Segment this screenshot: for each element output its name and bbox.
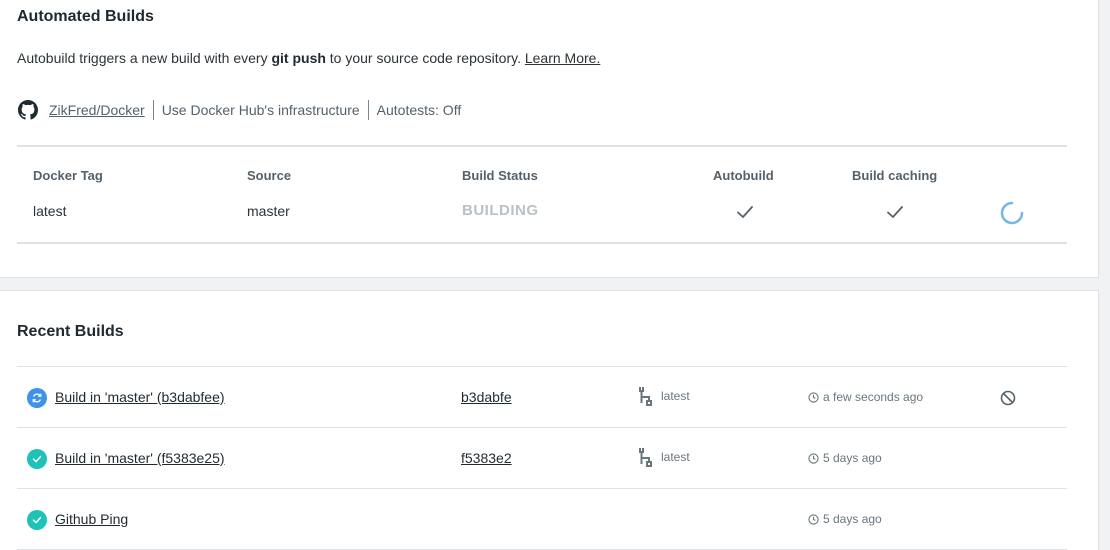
autobuild-check-icon — [737, 206, 753, 218]
build-link[interactable]: Build in 'master' (f5383e25) — [55, 450, 225, 466]
wrench-icon — [639, 387, 652, 406]
header-source: Source — [247, 168, 292, 183]
infrastructure-label: Use Docker Hub's infrastructure — [161, 102, 360, 118]
automated-builds-description: Autobuild triggers a new build with ever… — [17, 50, 600, 66]
cell-docker-tag: latest — [33, 203, 67, 219]
cell-source: master — [247, 203, 290, 219]
build-time: 5 days ago — [808, 512, 882, 526]
build-tag: latest — [637, 386, 690, 406]
cell-build-status: BUILDING — [462, 202, 539, 219]
time-label: 5 days ago — [823, 451, 882, 465]
commit-link[interactable]: f5383e2 — [461, 450, 512, 466]
in-progress-icon — [27, 388, 47, 408]
header-build-status: Build Status — [462, 168, 538, 183]
clock-icon — [808, 452, 819, 464]
build-rules-table: Docker Tag Source Build Status Autobuild… — [17, 145, 1067, 244]
description-prefix: Autobuild triggers a new build with ever… — [17, 50, 272, 66]
header-autobuild: Autobuild — [713, 168, 774, 183]
automated-builds-title: Automated Builds — [17, 8, 154, 25]
build-time: 5 days ago — [808, 451, 882, 465]
repo-info-row: ZikFred/Docker Use Docker Hub's infrastr… — [18, 99, 461, 121]
description-suffix: to your source code repository. — [325, 50, 525, 66]
divider — [367, 100, 369, 120]
build-caching-check-icon — [887, 206, 903, 218]
tag-label: latest — [661, 389, 690, 403]
build-time: a few seconds ago — [808, 390, 923, 404]
success-check-icon — [27, 510, 47, 530]
github-icon — [18, 100, 38, 120]
repo-link[interactable]: ZikFred/Docker — [49, 102, 145, 118]
build-row: Github Ping 5 days ago — [17, 488, 1067, 550]
recent-builds-list: Build in 'master' (b3dabfee) b3dabfe lat… — [17, 366, 1067, 550]
build-tag: latest — [637, 447, 690, 467]
description-bold: git push — [271, 50, 326, 66]
success-check-icon — [27, 449, 47, 469]
clock-icon — [808, 391, 819, 403]
commit-link[interactable]: b3dabfe — [461, 389, 512, 405]
divider — [152, 100, 154, 120]
header-docker-tag: Docker Tag — [33, 168, 103, 183]
learn-more-link[interactable]: Learn More. — [525, 50, 600, 66]
spinner-icon — [1000, 201, 1024, 225]
build-link[interactable]: Build in 'master' (b3dabfee) — [55, 389, 225, 405]
autotests-label: Autotests: Off — [376, 102, 462, 118]
time-label: 5 days ago — [823, 512, 882, 526]
build-row: Build in 'master' (f5383e25) f5383e2 lat… — [17, 427, 1067, 488]
cancel-build-icon[interactable] — [999, 389, 1017, 407]
recent-builds-card: Recent Builds Build in 'master' (b3dabfe… — [0, 290, 1099, 550]
time-label: a few seconds ago — [823, 390, 924, 404]
tag-label: latest — [661, 450, 690, 464]
build-link[interactable]: Github Ping — [55, 511, 128, 527]
wrench-icon — [639, 448, 652, 467]
clock-icon — [808, 513, 819, 525]
automated-builds-card: Automated Builds Autobuild triggers a ne… — [0, 0, 1099, 278]
header-build-caching: Build caching — [852, 168, 938, 183]
build-row: Build in 'master' (b3dabfee) b3dabfe lat… — [17, 366, 1067, 427]
recent-builds-title: Recent Builds — [17, 323, 124, 340]
